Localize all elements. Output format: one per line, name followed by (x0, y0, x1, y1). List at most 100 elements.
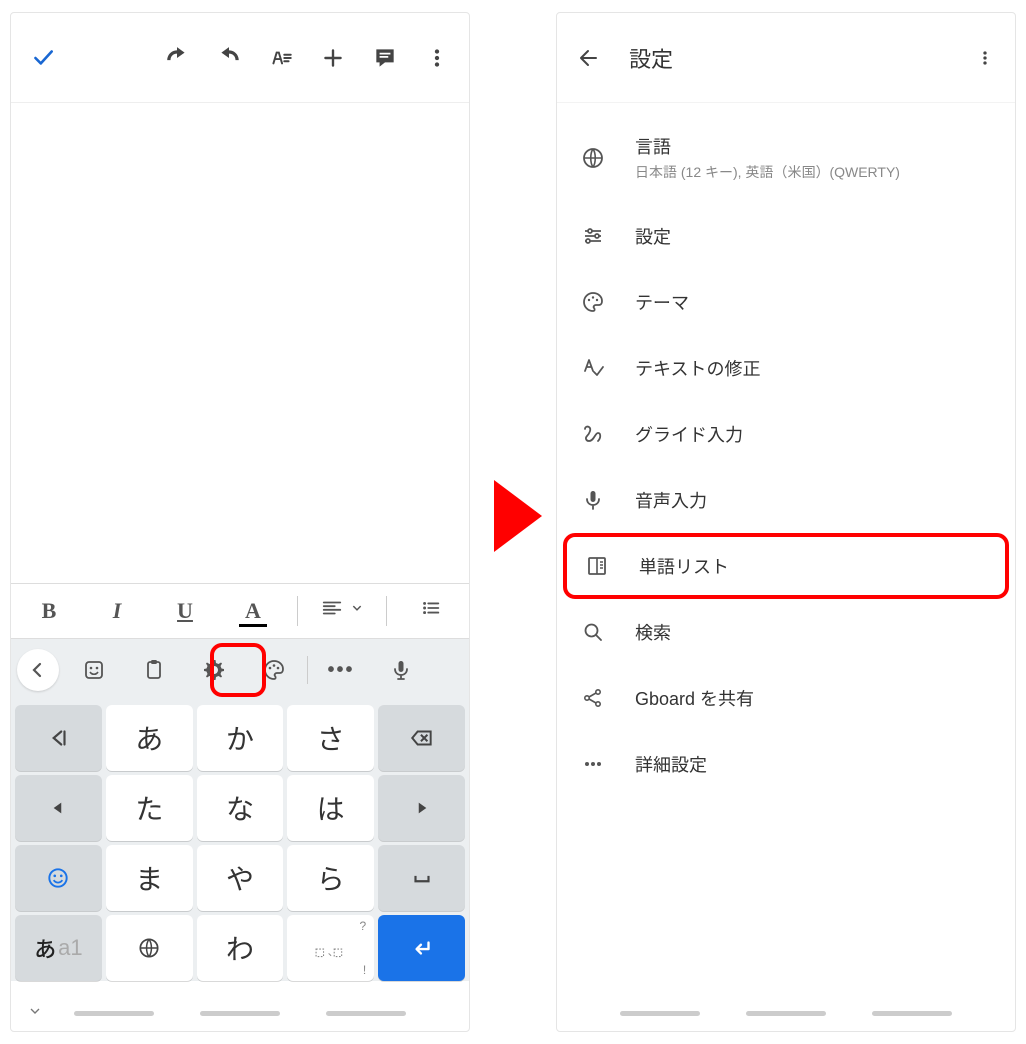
share-icon (581, 686, 605, 710)
reverse-tab-icon (45, 725, 71, 751)
settings-item-theme[interactable]: テーマ (557, 269, 1015, 335)
key-globe[interactable] (106, 915, 193, 981)
gear-icon (202, 658, 226, 682)
settings-item-voice[interactable]: 音声入力 (557, 467, 1015, 533)
back-button[interactable] (567, 46, 611, 70)
nav-home[interactable] (200, 1011, 280, 1016)
more-horiz-icon (581, 752, 605, 776)
phone-left: B I U A ••• (10, 12, 470, 1032)
key-reverse-tab[interactable] (15, 705, 102, 771)
palette-icon (581, 290, 605, 314)
key-ka[interactable]: か (197, 705, 284, 771)
nav-home[interactable] (746, 1011, 826, 1016)
key-emoji[interactable] (15, 845, 102, 911)
settings-item-label: グライド入力 (635, 421, 993, 447)
bullet-list-button[interactable] (407, 597, 455, 625)
chevron-down-icon (351, 597, 363, 619)
mode-jp-label: あ (34, 932, 56, 964)
key-ta[interactable]: た (106, 775, 193, 841)
nav-back[interactable] (326, 1011, 406, 1016)
clipboard-icon (142, 658, 166, 682)
bullet-list-icon (420, 597, 442, 619)
separator (386, 596, 387, 626)
backspace-icon (409, 725, 435, 751)
kbd-back-button[interactable] (17, 649, 59, 691)
underline-button[interactable]: U (161, 598, 209, 624)
settings-item-glide[interactable]: グライド入力 (557, 401, 1015, 467)
redo-icon (216, 45, 242, 71)
italic-button[interactable]: I (93, 598, 141, 624)
confirm-button[interactable] (17, 32, 69, 84)
more-button[interactable] (965, 48, 1005, 68)
check-icon (30, 45, 56, 71)
settings-item-share[interactable]: Gboard を共有 (557, 665, 1015, 731)
sliders-icon (581, 224, 605, 248)
settings-item-label: 単語リスト (639, 553, 989, 579)
undo-button[interactable] (151, 32, 203, 84)
separator (297, 596, 298, 626)
comment-button[interactable] (359, 32, 411, 84)
more-button[interactable] (411, 32, 463, 84)
key-wa[interactable]: わ (197, 915, 284, 981)
chevron-down-icon (27, 1003, 43, 1019)
settings-item-search[interactable]: 検索 (557, 599, 1015, 665)
arrow-left-icon (577, 46, 601, 70)
settings-item-preferences[interactable]: 設定 (557, 203, 1015, 269)
settings-item-label: 検索 (635, 619, 993, 645)
nav-recent[interactable] (620, 1011, 700, 1016)
settings-item-label: 音声入力 (635, 487, 993, 513)
key-sa[interactable]: さ (287, 705, 374, 771)
sticker-icon (82, 658, 106, 682)
key-right[interactable] (378, 775, 465, 841)
key-ha[interactable]: は (287, 775, 374, 841)
key-backspace[interactable] (378, 705, 465, 771)
add-button[interactable] (307, 32, 359, 84)
clipboard-button[interactable] (125, 646, 183, 694)
settings-item-language[interactable]: 言語 日本語 (12 キー), 英語（米国）(QWERTY) (557, 113, 1015, 203)
text-color-button[interactable]: A (229, 598, 277, 624)
key-left[interactable] (15, 775, 102, 841)
arrow-indicator (494, 480, 542, 552)
key-ma[interactable]: ま (106, 845, 193, 911)
triangle-left-icon (45, 795, 71, 821)
settings-item-label: 設定 (635, 223, 993, 249)
android-navbar (557, 995, 1015, 1031)
key-na[interactable]: な (197, 775, 284, 841)
redo-button[interactable] (203, 32, 255, 84)
settings-topbar: 設定 (557, 13, 1015, 103)
separator (307, 656, 308, 684)
mic-button[interactable] (372, 646, 430, 694)
page-title: 設定 (629, 42, 965, 74)
more-tools-button[interactable]: ••• (312, 646, 370, 694)
editor-content[interactable] (11, 103, 469, 583)
settings-gear-button[interactable] (185, 646, 243, 694)
key-ra[interactable]: ら (287, 845, 374, 911)
editor-toolbar (11, 13, 469, 103)
key-space[interactable] (378, 845, 465, 911)
spellcheck-icon (581, 356, 605, 380)
sup-label: ? (360, 919, 367, 933)
text-format-button[interactable] (255, 32, 307, 84)
globe-icon (581, 146, 605, 170)
bold-button[interactable]: B (25, 598, 73, 624)
nav-back[interactable] (872, 1011, 952, 1016)
nav-recent[interactable] (74, 1011, 154, 1016)
settings-item-text-correction[interactable]: テキストの修正 (557, 335, 1015, 401)
key-mode-switch[interactable]: あa1 (15, 915, 102, 981)
key-ya[interactable]: や (197, 845, 284, 911)
theme-button[interactable] (245, 646, 303, 694)
settings-item-subtitle: 日本語 (12 キー), 英語（米国）(QWERTY) (635, 163, 993, 183)
triangle-right-icon (409, 795, 435, 821)
mode-en-label: a1 (58, 935, 82, 961)
phone-right: 設定 言語 日本語 (12 キー), 英語（米国）(QWERTY) 設定 テーマ… (556, 12, 1016, 1032)
settings-item-advanced[interactable]: 詳細設定 (557, 731, 1015, 797)
key-enter[interactable] (378, 915, 465, 981)
settings-item-wordlist[interactable]: 単語リスト (563, 533, 1009, 599)
space-icon (409, 865, 435, 891)
mic-icon (581, 488, 605, 512)
key-punct[interactable]: ? 、 ! (287, 915, 374, 981)
sticker-button[interactable] (65, 646, 123, 694)
align-button[interactable] (318, 597, 366, 625)
key-a[interactable]: あ (106, 705, 193, 771)
collapse-keyboard-button[interactable] (27, 1003, 43, 1024)
